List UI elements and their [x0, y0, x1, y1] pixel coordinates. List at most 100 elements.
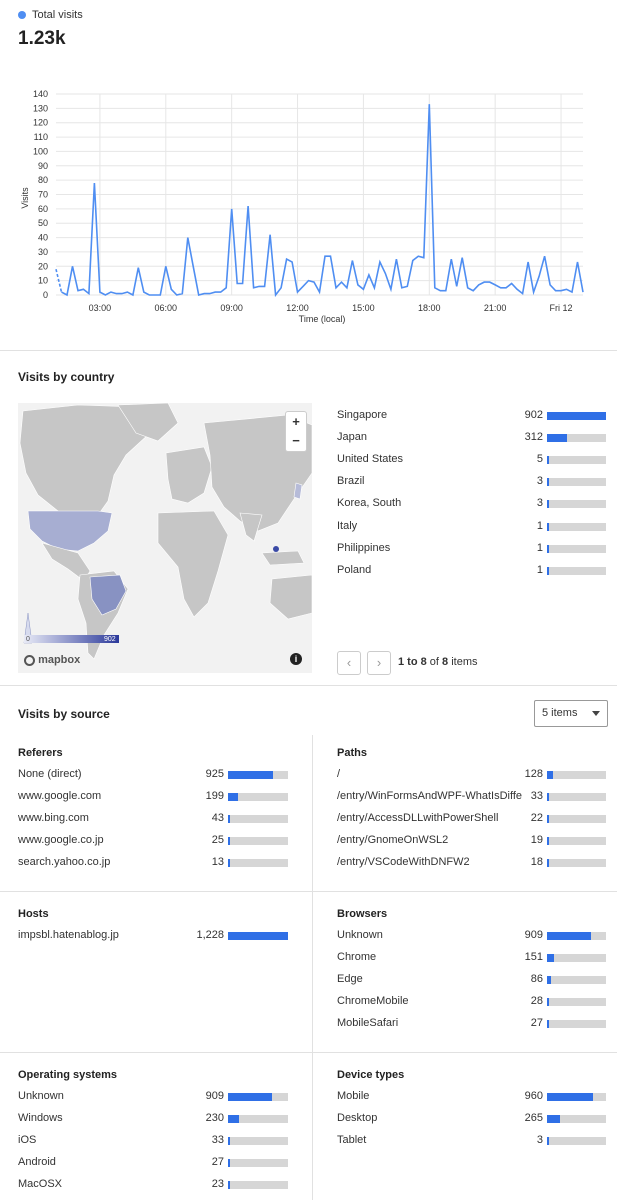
path-row[interactable]: /entry/GnomeOnWSL2 19	[337, 834, 606, 850]
country-row-bar-track	[547, 456, 606, 465]
country-row[interactable]: Brazil 3	[337, 475, 606, 491]
country-row[interactable]: Singapore 902	[337, 409, 606, 425]
y-tick-label: 140	[33, 89, 48, 99]
operating-systems-title: Operating systems	[18, 1069, 118, 1081]
browser-row[interactable]: ChromeMobile 28	[337, 995, 606, 1011]
country-row[interactable]: Korea, South 3	[337, 497, 606, 513]
path-row-bar-track	[547, 793, 606, 801]
os-row-label: Windows	[18, 1112, 63, 1124]
device-row-bar-fill	[547, 1115, 560, 1123]
next-page-button[interactable]: ›	[367, 651, 391, 675]
section-divider	[0, 350, 617, 351]
zoom-in-button[interactable]: +	[285, 411, 307, 433]
pager-of: of	[429, 656, 439, 668]
x-tick-label: 06:00	[155, 303, 178, 313]
browser-row-label: Unknown	[337, 929, 383, 941]
country-row-bar-track	[547, 434, 606, 443]
items-count-dropdown[interactable]: 5 items	[534, 700, 608, 727]
path-row[interactable]: /entry/AccessDLLwithPowerShell 22	[337, 812, 606, 828]
os-row-label: Unknown	[18, 1090, 64, 1102]
x-tick-label: 03:00	[89, 303, 112, 313]
os-row[interactable]: MacOSX 23	[18, 1178, 288, 1194]
os-row[interactable]: Android 27	[18, 1156, 288, 1172]
country-row-value: 3	[536, 497, 543, 510]
country-row-label: United States	[337, 453, 404, 466]
device-row-bar-fill	[547, 1137, 549, 1145]
y-tick-label: 50	[38, 218, 48, 228]
path-row[interactable]: /entry/VSCodeWithDNFW2 18	[337, 856, 606, 872]
os-row[interactable]: Unknown 909	[18, 1090, 288, 1106]
os-row-value: 230	[205, 1112, 224, 1124]
browser-row-value: 86	[530, 973, 543, 985]
country-row[interactable]: United States 5	[337, 453, 606, 469]
country-row-label: Poland	[337, 563, 372, 576]
y-tick-label: 10	[38, 276, 48, 286]
device-row[interactable]: Mobile 960	[337, 1090, 606, 1106]
referer-row-label: search.yahoo.co.jp	[18, 856, 111, 868]
path-row[interactable]: /entry/WinFormsAndWPF-WhatIsDiffe... 33	[337, 790, 606, 806]
browser-row[interactable]: MobileSafari 27	[337, 1017, 606, 1033]
y-tick-label: 30	[38, 247, 48, 257]
referer-row[interactable]: None (direct) 925	[18, 768, 288, 784]
os-row-label: Android	[18, 1156, 56, 1168]
browser-row[interactable]: Chrome 151	[337, 951, 606, 967]
referer-row-value: 25	[211, 834, 224, 846]
referer-row[interactable]: www.google.com 199	[18, 790, 288, 806]
visits-by-country-title: Visits by country	[18, 370, 115, 384]
referer-row[interactable]: www.bing.com 43	[18, 812, 288, 828]
y-tick-label: 90	[38, 161, 48, 171]
path-row-bar-fill	[547, 793, 549, 801]
prev-page-button[interactable]: ‹	[337, 651, 361, 675]
mapbox-logo[interactable]: mapbox	[24, 654, 80, 666]
country-row-bar-track	[547, 522, 606, 531]
browser-row-value: 909	[524, 929, 543, 941]
os-row-value: 33	[211, 1134, 224, 1146]
device-row[interactable]: Tablet 3	[337, 1134, 606, 1150]
country-row-bar-track	[547, 478, 606, 487]
device-row-bar-track	[547, 1115, 606, 1123]
referer-row-bar-fill	[228, 859, 230, 867]
referer-row-bar-fill	[228, 793, 238, 801]
device-row[interactable]: Desktop 265	[337, 1112, 606, 1128]
info-icon[interactable]: i	[290, 653, 302, 665]
country-row[interactable]: Italy 1	[337, 520, 606, 536]
referer-row[interactable]: www.google.co.jp 25	[18, 834, 288, 850]
y-tick-label: 40	[38, 233, 48, 243]
country-row-label: Philippines	[337, 541, 391, 554]
zoom-out-button[interactable]: −	[285, 431, 307, 452]
browser-row-bar-fill	[547, 976, 552, 984]
x-tick-label: 18:00	[418, 303, 441, 313]
referer-row-value: 43	[211, 812, 224, 824]
section-divider	[0, 891, 617, 892]
mapbox-logo-icon	[24, 655, 35, 666]
browser-row[interactable]: Unknown 909	[337, 929, 606, 945]
country-row-bar-track	[547, 412, 606, 420]
referer-row-bar-track	[228, 859, 288, 867]
browser-row-bar-track	[547, 1020, 606, 1028]
browser-row[interactable]: Edge 86	[337, 973, 606, 989]
host-row[interactable]: impsbl.hatenablog.jp 1,228	[18, 929, 288, 945]
country-row-label: Korea, South	[337, 497, 402, 510]
referer-row-label: www.bing.com	[18, 812, 89, 824]
device-row-value: 265	[524, 1112, 543, 1124]
country-row[interactable]: Philippines 1	[337, 542, 606, 558]
device-row-value: 3	[536, 1134, 543, 1146]
host-row-label: impsbl.hatenablog.jp	[18, 929, 119, 941]
referer-row[interactable]: search.yahoo.co.jp 13	[18, 856, 288, 872]
browser-row-bar-track	[547, 954, 606, 962]
country-row[interactable]: Japan 312	[337, 431, 606, 447]
country-row-bar-fill	[547, 478, 549, 487]
x-axis-label: Time (local)	[299, 314, 346, 324]
referer-row-bar-track	[228, 793, 288, 801]
world-map[interactable]: 0 902 mapbox i	[18, 403, 312, 673]
browser-row-label: MobileSafari	[337, 1017, 399, 1029]
country-row-label: Brazil	[337, 475, 365, 488]
y-tick-label: 100	[33, 146, 48, 156]
path-row[interactable]: /128	[337, 768, 606, 784]
country-row[interactable]: Poland 1	[337, 564, 606, 580]
os-row[interactable]: Windows 230	[18, 1112, 288, 1128]
country-row-bar-fill	[547, 566, 549, 575]
os-row[interactable]: iOS 33	[18, 1134, 288, 1150]
x-tick-label: 21:00	[484, 303, 507, 313]
path-row-bar-fill	[547, 771, 554, 779]
